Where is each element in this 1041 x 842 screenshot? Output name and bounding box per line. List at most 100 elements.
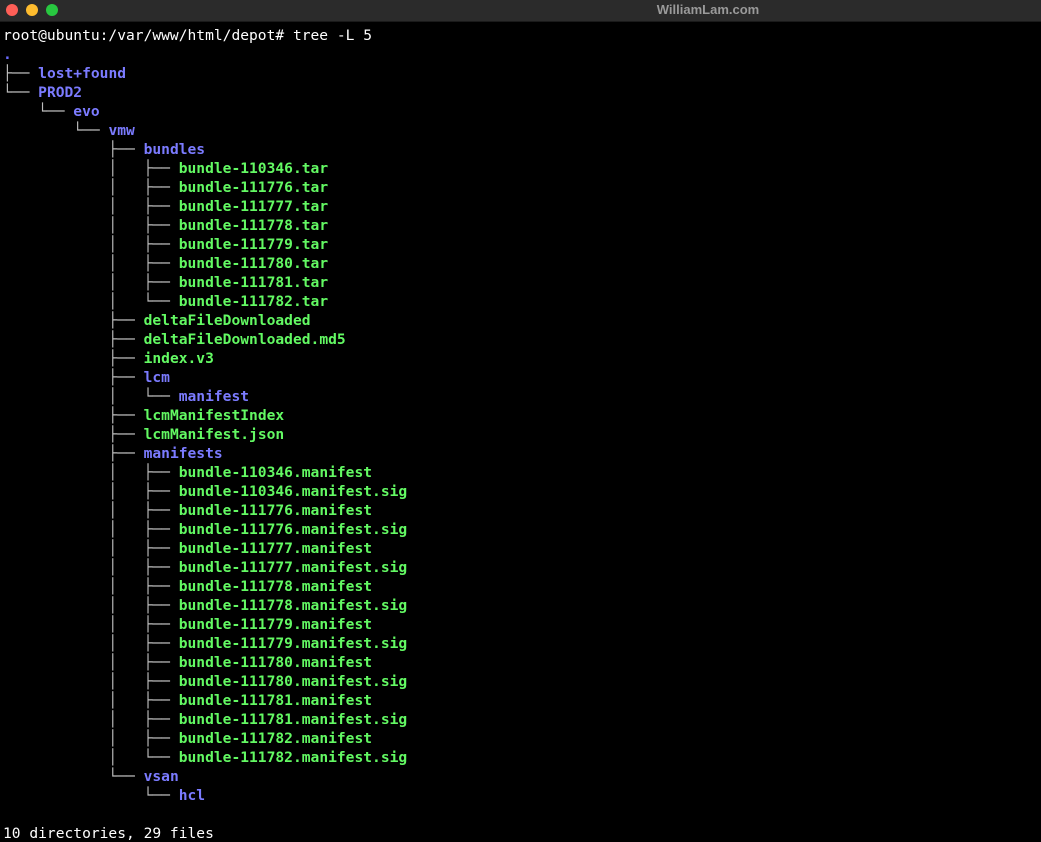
tree-file-name: bundle-111782.manifest.sig (178, 749, 408, 766)
tree-file-name: bundle-111778.tar (178, 217, 329, 234)
tree-line: │ ├── bundle-111781.manifest.sig (3, 710, 1033, 729)
tree-line: │ ├── bundle-111778.manifest (3, 577, 1033, 596)
tree-guide: │ ├── (3, 464, 179, 481)
tree-line: ├── lost+found (3, 64, 1033, 83)
tree-file-name: bundle-111782.tar (178, 293, 329, 310)
tree-file-name: bundle-111781.manifest (178, 692, 373, 709)
tree-guide: │ ├── (3, 274, 179, 291)
tree-guide: └── (3, 103, 74, 120)
tree-output: . ├── lost+found └── PROD2 └── evo └── vmw… (3, 45, 1033, 824)
tree-guide: │ ├── (3, 578, 179, 595)
tree-guide: │ ├── (3, 236, 179, 253)
tree-line: │ ├── bundle-111777.manifest (3, 539, 1033, 558)
tree-directory-name: vsan (143, 768, 179, 785)
title-bar: WilliamLam.com (0, 0, 1041, 22)
tree-guide: │ ├── (3, 521, 179, 538)
tree-line: └── vsan (3, 767, 1033, 786)
terminal-window: WilliamLam.com root@ubuntu:/var/www/html… (0, 0, 1041, 842)
tree-guide: │ ├── (3, 673, 179, 690)
tree-file-name: bundle-111776.tar (178, 179, 329, 196)
tree-file-name: bundle-111777.tar (178, 198, 329, 215)
tree-guide: │ ├── (3, 198, 179, 215)
tree-line: │ ├── bundle-111777.tar (3, 197, 1033, 216)
tree-line: │ ├── bundle-111781.tar (3, 273, 1033, 292)
tree-file-name: bundle-111780.tar (178, 255, 329, 272)
tree-guide: │ ├── (3, 559, 179, 576)
tree-line: │ ├── bundle-111779.tar (3, 235, 1033, 254)
tree-line: │ └── bundle-111782.manifest.sig (3, 748, 1033, 767)
tree-file-name: bundle-111776.manifest.sig (178, 521, 408, 538)
tree-line: │ ├── bundle-111779.manifest.sig (3, 634, 1033, 653)
tree-guide: │ └── (3, 293, 179, 310)
tree-guide: │ ├── (3, 635, 179, 652)
tree-guide: ├── (3, 445, 144, 462)
tree-guide: │ ├── (3, 502, 179, 519)
tree-file-name: bundle-111780.manifest (178, 654, 373, 671)
tree-guide: └── (3, 768, 144, 785)
tree-line: │ └── manifest (3, 387, 1033, 406)
tree-guide: │ └── (3, 749, 179, 766)
tree-guide: │ ├── (3, 160, 179, 177)
tree-line: │ ├── bundle-111776.manifest (3, 501, 1033, 520)
tree-line: │ ├── bundle-111781.manifest (3, 691, 1033, 710)
tree-file-name: bundle-111781.tar (178, 274, 329, 291)
tree-guide: └── (3, 787, 179, 804)
tree-guide: │ └── (3, 388, 179, 405)
tree-guide: │ ├── (3, 654, 179, 671)
tree-line: ├── deltaFileDownloaded.md5 (3, 330, 1033, 349)
tree-directory-name: lcm (143, 369, 170, 386)
tree-line: │ ├── bundle-111780.manifest (3, 653, 1033, 672)
tree-line: │ ├── bundle-111778.manifest.sig (3, 596, 1033, 615)
tree-guide: ├── (3, 65, 39, 82)
tree-directory-name: . (3, 46, 12, 63)
tree-file-name: deltaFileDownloaded.md5 (143, 331, 346, 348)
tree-file-name: deltaFileDownloaded (143, 312, 311, 329)
tree-line: ├── lcm (3, 368, 1033, 387)
command-prompt-line: root@ubuntu:/var/www/html/depot# tree -L… (3, 27, 373, 44)
tree-file-name: bundle-110346.manifest.sig (178, 483, 408, 500)
tree-line: │ ├── bundle-111782.manifest (3, 729, 1033, 748)
tree-line: │ ├── bundle-111776.tar (3, 178, 1033, 197)
terminal-output[interactable]: root@ubuntu:/var/www/html/depot# tree -L… (3, 26, 1033, 842)
tree-line: │ ├── bundle-111780.manifest.sig (3, 672, 1033, 691)
tree-line: └── PROD2 (3, 83, 1033, 102)
tree-directory-name: lost+found (38, 65, 127, 82)
tree-line: │ ├── bundle-110346.tar (3, 159, 1033, 178)
tree-line: │ ├── bundle-110346.manifest.sig (3, 482, 1033, 501)
tree-file-name: bundle-111778.manifest.sig (178, 597, 408, 614)
tree-line: ├── deltaFileDownloaded (3, 311, 1033, 330)
tree-line: └── hcl (3, 786, 1033, 805)
tree-line: │ └── bundle-111782.tar (3, 292, 1033, 311)
tree-line (3, 805, 1033, 824)
tree-guide: ├── (3, 369, 144, 386)
tree-line: │ ├── bundle-111777.manifest.sig (3, 558, 1033, 577)
tree-guide: │ ├── (3, 711, 179, 728)
tree-guide: ├── (3, 407, 144, 424)
tree-guide: │ ├── (3, 597, 179, 614)
tree-guide: └── (3, 84, 39, 101)
tree-guide: │ ├── (3, 730, 179, 747)
tree-line: └── vmw (3, 121, 1033, 140)
tree-directory-name: PROD2 (38, 84, 83, 101)
tree-summary: 10 directories, 29 files (3, 825, 214, 842)
tree-file-name: bundle-111779.tar (178, 236, 329, 253)
tree-guide: ├── (3, 331, 144, 348)
tree-line: ├── lcmManifest.json (3, 425, 1033, 444)
tree-line: │ ├── bundle-110346.manifest (3, 463, 1033, 482)
tree-file-name: bundle-111779.manifest.sig (178, 635, 408, 652)
tree-directory-name: manifests (143, 445, 223, 462)
tree-file-name: bundle-111781.manifest.sig (178, 711, 408, 728)
tree-file-name: lcmManifest.json (143, 426, 285, 443)
tree-guide: ├── (3, 350, 144, 367)
tree-file-name: lcmManifestIndex (143, 407, 285, 424)
tree-file-name: bundle-111778.manifest (178, 578, 373, 595)
tree-file-name: bundle-111780.manifest.sig (178, 673, 408, 690)
tree-line: . (3, 45, 1033, 64)
tree-file-name: bundle-111776.manifest (178, 502, 373, 519)
tree-directory-name: hcl (178, 787, 206, 804)
tree-guide: ├── (3, 141, 144, 158)
tree-line: ├── manifests (3, 444, 1033, 463)
tree-directory-name: bundles (143, 141, 206, 158)
window-title: WilliamLam.com (656, 2, 760, 17)
tree-guide: └── (3, 122, 109, 139)
